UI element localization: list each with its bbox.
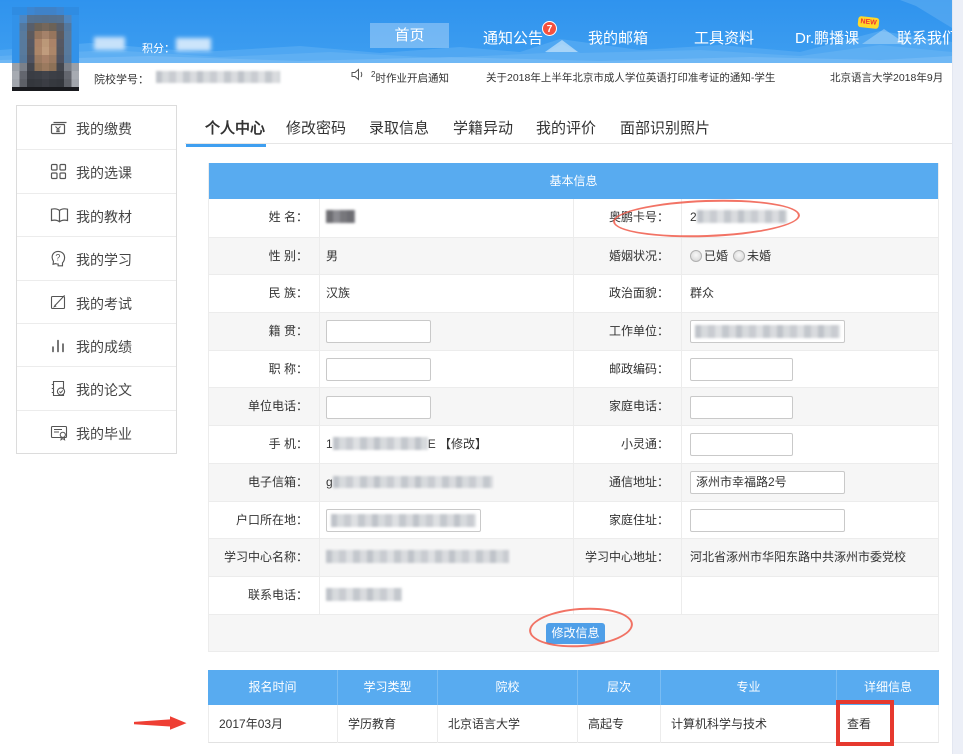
svg-text:?: ?	[55, 253, 60, 263]
